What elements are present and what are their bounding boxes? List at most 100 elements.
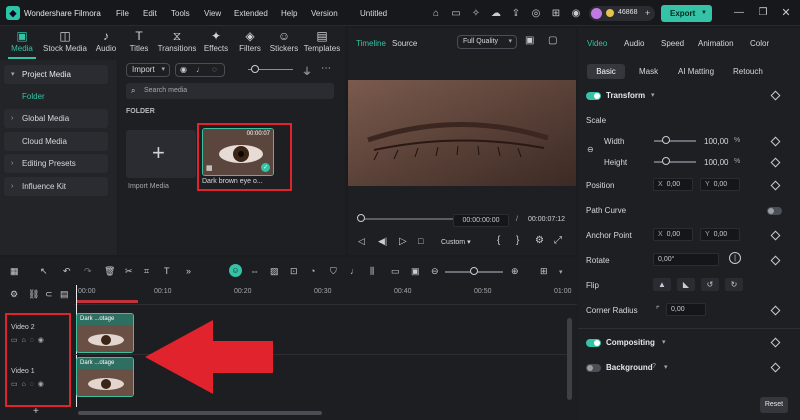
fullscreen-icon[interactable]: ⤢ [554,235,562,246]
display-icon[interactable]: ▢ [548,35,557,46]
subtab-retouch[interactable]: Retouch [733,67,763,76]
microphone-icon[interactable]: ♩ [350,266,359,276]
tab-audio[interactable]: ♪ Audio [88,28,124,58]
tab-animation[interactable]: Animation [698,39,734,48]
tab-audio[interactable]: Audio [624,39,644,48]
transform-toggle[interactable] [586,92,601,100]
subtab-basic[interactable]: Basic [587,64,625,79]
cloud-icon[interactable]: ☁ [490,7,502,19]
width-slider[interactable] [654,140,696,142]
keyframe-icon[interactable] [770,90,781,101]
tab-effects[interactable]: ✦ Effects [198,28,234,58]
import-media-tile[interactable]: + [126,130,196,178]
tab-color[interactable]: Color [750,39,769,48]
redo-icon[interactable]: ↷ [84,266,92,277]
search-input[interactable]: ⌕ Search media [126,83,334,99]
keyframe-icon[interactable] [770,337,781,348]
tab-stickers[interactable]: ☺ Stickers [266,28,302,58]
timeline-clip[interactable]: Dark ...otage [76,357,134,397]
keyframe-icon[interactable] [770,180,781,191]
menu-extended[interactable]: Extended [234,9,268,18]
sidebar-item-project-media[interactable]: ▾ Project Media [4,65,108,84]
undo-icon[interactable]: ↶ [63,266,71,277]
folder-icon[interactable]: ▭ [11,337,18,344]
filter-icon[interactable]: ⏚ [302,63,312,78]
grid-icon[interactable]: ⊞ [550,7,562,19]
magnet-icon[interactable]: ⊂ [45,289,53,300]
flip-horizontal-icon[interactable]: ◣ [677,278,695,291]
chevron-down-icon[interactable]: ▾ [664,363,668,371]
rotate-dial-icon[interactable]: | [729,252,741,264]
credits-badge[interactable]: 46868 + [589,6,655,21]
keyframe-icon[interactable] [770,136,781,147]
height-value[interactable]: 100,00 [704,158,728,167]
tab-speed[interactable]: Speed [661,39,684,48]
menu-edit[interactable]: Edit [143,9,157,18]
settings-icon[interactable]: ⚙ [535,235,544,246]
help-icon[interactable]: ? [652,363,656,370]
mute-icon[interactable]: ◌ [30,337,34,344]
subtab-mask[interactable]: Mask [639,67,658,76]
timeline-ruler[interactable]: 00:00 00:10 00:20 00:30 00:40 00:50 01:0… [74,285,577,305]
timeline-clip[interactable]: Dark ...otage [76,313,134,353]
anchor-x-field[interactable]: X 0,00 [653,228,693,241]
sidebar-item-cloud-media[interactable]: Cloud Media [4,132,108,151]
quality-dropdown[interactable]: Full Quality ▾ [457,35,517,49]
chevron-down-icon[interactable]: ▾ [651,91,655,99]
tab-media[interactable]: ▣ Media [4,28,40,58]
flip-vertical-icon[interactable]: ▲ [653,278,671,291]
minimize-icon[interactable]: — [733,6,745,18]
more-icon[interactable]: » [186,266,191,276]
captions-icon[interactable]: ▭ [391,266,400,277]
tab-filters[interactable]: ◈ Filters [232,28,268,58]
current-time[interactable]: 00:00:00:00 [453,214,509,227]
height-slider-thumb[interactable] [662,157,670,165]
sidebar-item-folder[interactable]: Folder [4,87,108,106]
maximize-icon[interactable]: ❐ [757,6,769,18]
menu-view[interactable]: View [204,9,221,18]
zoom-slider-thumb[interactable] [251,65,259,73]
subtab-ai-matting[interactable]: AI Matting [678,67,714,76]
step-back-icon[interactable]: ◀| [378,236,387,247]
upload-icon[interactable]: ⇪ [510,7,522,19]
tab-stock-media[interactable]: ◫ Stock Media [42,28,88,58]
background-toggle[interactable] [586,364,601,372]
menu-help[interactable]: Help [281,9,297,18]
position-x-field[interactable]: X 0,00 [653,178,693,191]
cut-icon[interactable]: ✂ [125,266,133,277]
timeline-zoom-thumb[interactable] [470,267,478,275]
rotate-field[interactable]: 0,00° [653,253,719,266]
grid-icon[interactable]: ⊞ [540,266,548,277]
reset-button[interactable]: Reset [760,397,788,413]
sidebar-item-global-media[interactable]: › Global Media [4,109,108,128]
link-icon[interactable]: ⛓ [28,289,39,300]
path-curve-toggle[interactable] [767,207,782,215]
folder-icon[interactable]: ▭ [11,381,18,388]
horizontal-scrollbar[interactable] [78,411,322,415]
tab-transitions[interactable]: ⧖ Transitions [155,28,199,58]
media-clip-thumbnail[interactable]: 00:00:07 ▦ ✓ [202,128,274,176]
tab-source[interactable]: Source [392,39,417,48]
height-slider[interactable] [654,161,696,163]
import-dropdown[interactable]: Import ▾ [126,63,170,77]
keyframe-icon[interactable] [770,255,781,266]
image-icon[interactable]: ▨ [270,266,279,277]
stop-icon[interactable]: □ [418,236,423,246]
support-icon[interactable]: ◎ [530,7,542,19]
sidebar-item-editing-presets[interactable]: › Editing Presets [4,154,108,173]
zoom-out-icon[interactable]: ⊖ [431,266,439,277]
voice-icon[interactable]: ◌ [212,65,217,74]
settings-icon[interactable]: ⚙ [10,289,18,300]
rotate-right-icon[interactable]: ↻ [725,278,743,291]
export-button[interactable]: Export ▼ [661,5,712,22]
eye-icon[interactable]: ◉ [38,381,44,388]
tab-video[interactable]: Video [587,39,607,48]
snapshot-icon[interactable]: ▣ [525,35,534,46]
menu-version[interactable]: Version [311,9,338,18]
mute-icon[interactable]: ◌ [30,381,34,388]
gift-icon[interactable]: ⌂ [430,7,442,19]
close-icon[interactable]: ✕ [780,6,792,19]
ai-assistant-icon[interactable]: ☺ [229,264,242,277]
delete-icon[interactable]: 🗑 [104,266,115,277]
width-value[interactable]: 100,00 [704,137,728,146]
